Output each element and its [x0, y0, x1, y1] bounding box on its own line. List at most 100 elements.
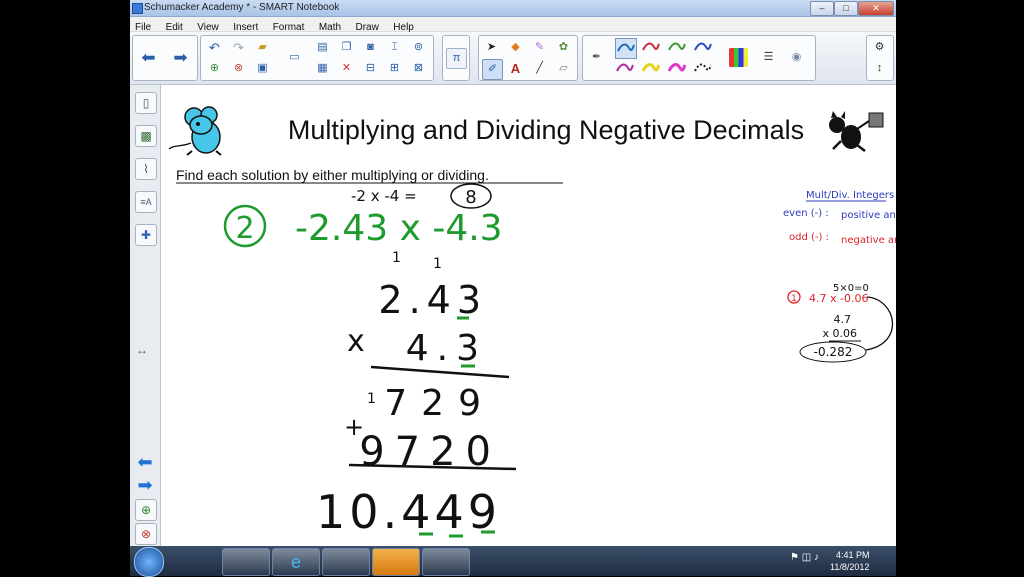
final-product: 10.449: [316, 485, 501, 539]
add-page-icon[interactable]: ⊕: [135, 499, 157, 521]
settings-icon[interactable]: ⚙: [870, 38, 889, 57]
side-bar: ▯ ▩ ⌇ ≡A ✚ ↔ ⬅ ➡ ⊕ ⊗: [130, 85, 161, 546]
shapes-icon[interactable]: ◆: [506, 38, 525, 57]
addons-icon[interactable]: ✚: [135, 224, 157, 246]
outlook-task-icon[interactable]: [372, 548, 420, 576]
next-page-icon[interactable]: ➡: [135, 475, 155, 495]
pen-style-blue-2[interactable]: [693, 38, 713, 57]
screen-shade-icon[interactable]: ▦: [313, 59, 332, 78]
partial-carry: 1: [367, 391, 376, 407]
move-toolbar-icon[interactable]: ↕: [870, 59, 889, 78]
properties-icon[interactable]: ≡A: [135, 191, 157, 213]
smart-notebook-window: Schumacker Academy * - SMART Notebook – …: [130, 0, 896, 546]
network-task-icon[interactable]: [422, 548, 470, 576]
title-bar: Schumacker Academy * - SMART Notebook – …: [130, 0, 896, 17]
app-icon: [132, 3, 143, 14]
pen-style-red[interactable]: [641, 38, 661, 57]
problem-expression: -2.43 x -4.3: [295, 208, 503, 249]
pen-styles-group: ✒ ☰ ◉: [582, 35, 816, 81]
multiplicand: 2.43: [378, 278, 487, 322]
pen-style-purple[interactable]: [615, 59, 635, 78]
pen-style-magenta[interactable]: [667, 59, 687, 78]
screen-capture-icon[interactable]: ▭: [285, 48, 304, 67]
delete-page-icon[interactable]: ⊗: [135, 523, 157, 545]
minimize-button[interactable]: –: [810, 1, 834, 16]
internet-explorer-task-icon[interactable]: e: [272, 548, 320, 576]
back-arrow-icon[interactable]: ⬅: [139, 48, 158, 67]
undo-icon[interactable]: ↶: [205, 38, 224, 57]
explorer-task-icon[interactable]: [222, 548, 270, 576]
even-rule-label: even (-) :: [783, 208, 829, 219]
line-icon[interactable]: ╱: [530, 59, 549, 78]
pi-icon[interactable]: π: [446, 48, 467, 69]
example-number: 1: [791, 294, 797, 304]
tray-icons[interactable]: ⚑ ◫ ♪: [790, 552, 830, 566]
pen-icon[interactable]: ✒: [587, 48, 606, 67]
carry-digit-2: 1: [433, 256, 442, 272]
attachments-icon[interactable]: ⌇: [135, 158, 157, 180]
notes-heading: Mult/Div. Integers: [806, 190, 894, 201]
smart-notebook-task-icon[interactable]: [322, 548, 370, 576]
maximize-button[interactable]: □: [834, 1, 858, 16]
line-properties-icon[interactable]: ☰: [759, 48, 778, 67]
previous-page-icon[interactable]: ⬅: [135, 452, 155, 472]
example-expression: 4.7 x -0.06: [809, 292, 868, 305]
eraser-icon[interactable]: ▱: [554, 59, 573, 78]
window-title: Schumacker Academy * - SMART Notebook: [144, 2, 340, 13]
resize-handle-icon[interactable]: ↔: [136, 343, 148, 357]
clock-time[interactable]: 4:41 PM: [836, 550, 870, 560]
mouse-mascot-image: [168, 106, 222, 156]
menu-bar: File Edit View Insert Format Math Draw H…: [130, 17, 896, 33]
fill-icon[interactable]: ✿: [554, 38, 573, 57]
example-multiplier: x 0.06: [823, 327, 858, 340]
clock-date[interactable]: 11/8/2012: [830, 562, 869, 572]
save-icon[interactable]: ▣: [253, 59, 272, 78]
page-title: Multiplying and Dividing Negative Decima…: [288, 115, 804, 145]
pen-style-green[interactable]: [667, 38, 687, 57]
multiply-sign: x: [347, 324, 365, 359]
paste-icon[interactable]: ▤: [313, 38, 332, 57]
redo-icon[interactable]: ↷: [229, 38, 248, 57]
full-screen-icon[interactable]: ⊟: [361, 59, 380, 78]
warmup-expression: -2 x -4 =: [351, 187, 417, 205]
shrink-icon[interactable]: ⊠: [409, 59, 428, 78]
math-group: π: [442, 35, 470, 81]
example-result: -0.282: [814, 345, 853, 359]
delete-page-icon[interactable]: ⊗: [229, 59, 248, 78]
nav-group: ⬅ ➡: [132, 35, 198, 81]
pen-style-yellow[interactable]: [641, 59, 661, 78]
notebook-page[interactable]: Multiplying and Dividing Negative Decima…: [161, 85, 896, 546]
delete-icon[interactable]: ✕: [337, 59, 356, 78]
magic-pen-icon[interactable]: ✎: [530, 38, 549, 57]
page-sorter-icon[interactable]: ▯: [135, 92, 157, 114]
cat-mascot-image: [829, 111, 884, 152]
odd-rule-value: negative answer: [841, 235, 896, 246]
zoom-icon[interactable]: ⊚: [409, 38, 428, 57]
pens-icon[interactable]: ✐: [482, 59, 503, 80]
table-icon[interactable]: ⊞: [385, 59, 404, 78]
start-button[interactable]: [134, 547, 164, 577]
example-arrow: [865, 296, 894, 351]
select-icon[interactable]: ➤: [482, 38, 501, 57]
page-drawing: Multiplying and Dividing Negative Decima…: [168, 106, 896, 539]
tools-group: ➤ ◆ ✎ ✿ ✐ A ╱ ▱: [478, 35, 578, 81]
close-button[interactable]: ✕: [858, 1, 894, 16]
transparency-icon[interactable]: ◉: [787, 48, 806, 67]
copy-icon[interactable]: ❐: [337, 38, 356, 57]
pen-style-blue-1[interactable]: [615, 38, 637, 59]
clear-page-icon[interactable]: ⌶: [385, 38, 404, 57]
partial-product-1: 729: [384, 383, 495, 424]
carry-digit-1: 1: [392, 250, 401, 266]
add-page-icon[interactable]: ⊕: [205, 59, 224, 78]
open-folder-icon[interactable]: ▰: [253, 38, 272, 57]
document-camera-icon[interactable]: ◙: [361, 38, 380, 57]
even-rule-value: positive answer: [841, 210, 896, 221]
color-palette-icon[interactable]: [729, 48, 748, 67]
pen-style-black-dashed[interactable]: [693, 59, 713, 78]
odd-rule-label: odd (-) :: [789, 232, 829, 243]
gallery-icon[interactable]: ▩: [135, 125, 157, 147]
instruction-text: Find each solution by either multiplying…: [176, 167, 489, 183]
settings-group: ⚙ ↕: [866, 35, 894, 81]
forward-arrow-icon[interactable]: ➡: [171, 48, 190, 67]
text-icon[interactable]: A: [506, 59, 525, 78]
